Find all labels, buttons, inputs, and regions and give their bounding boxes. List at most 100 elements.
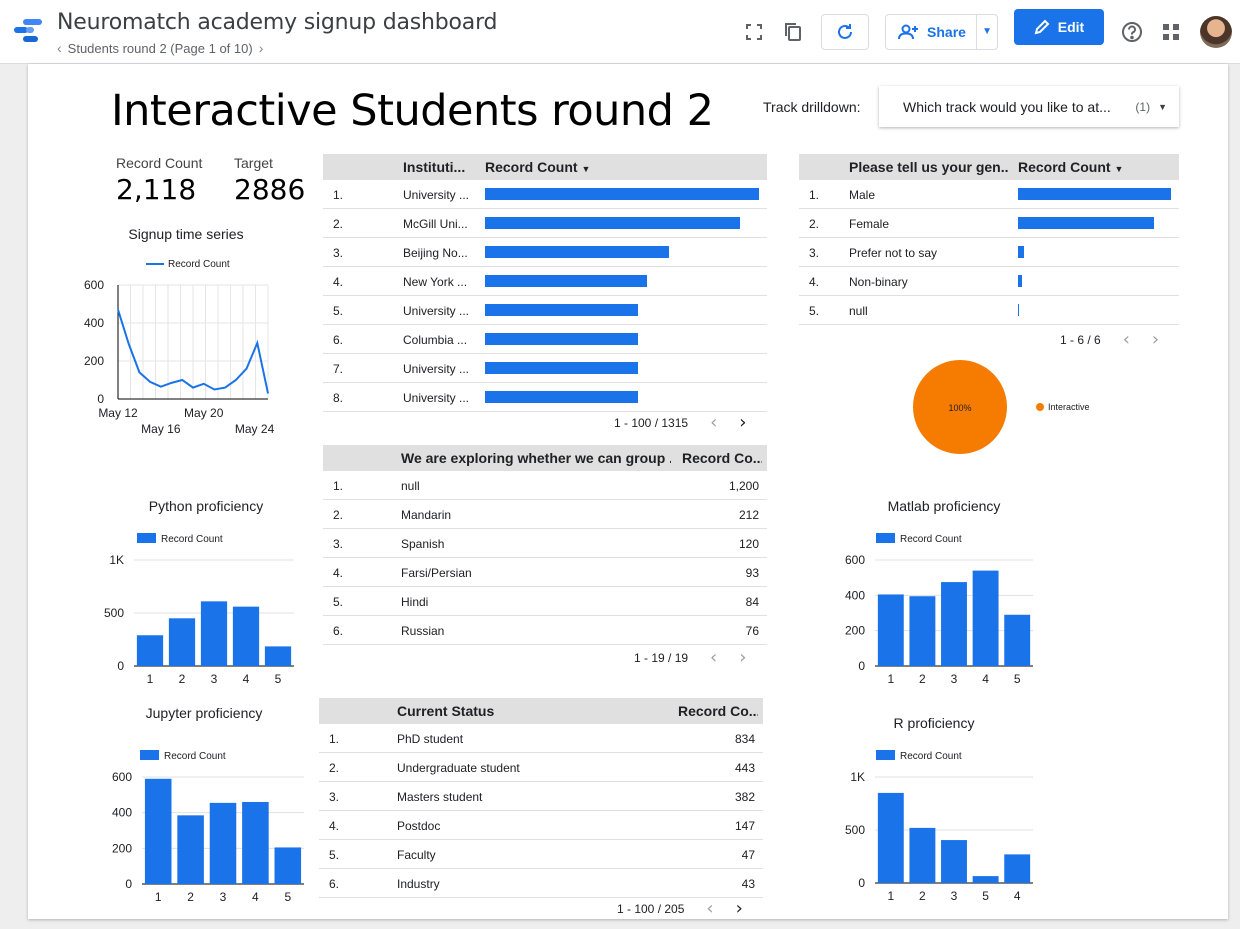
table-row[interactable]: 5. null <box>799 296 1179 325</box>
row-number: 3. <box>809 246 820 260</box>
column-header-institution[interactable]: Instituti... <box>403 159 471 175</box>
fullscreen-icon[interactable] <box>742 20 766 44</box>
column-header-record-count[interactable]: Record Co... <box>682 450 762 466</box>
track-drilldown-select[interactable]: Which track would you like to at... (1) … <box>879 86 1179 127</box>
bar[interactable] <box>972 570 999 666</box>
record-count-scorecard: Record Count 2,118 <box>116 155 202 206</box>
refresh-icon <box>838 24 852 39</box>
table-row[interactable]: 5. University ... <box>323 296 767 325</box>
bar[interactable] <box>177 815 204 884</box>
bar[interactable] <box>209 802 237 884</box>
bar[interactable] <box>1004 614 1031 666</box>
pager-prev-chevron-icon[interactable]: ‹ <box>710 647 717 668</box>
bar[interactable] <box>136 635 164 666</box>
table-row[interactable]: 2. Undergraduate student 443 <box>319 753 763 782</box>
row-number: 7. <box>333 362 344 376</box>
pager-prev-chevron-icon[interactable]: ‹ <box>1123 329 1130 350</box>
pager-next-chevron-icon[interactable]: › <box>1152 329 1159 350</box>
table-row[interactable]: 8. University ... <box>323 383 767 412</box>
institution-table-pager: 1 - 100 / 1315 ‹ › <box>614 412 746 433</box>
table-row[interactable]: 4. Postdoc 147 <box>319 811 763 840</box>
legend-swatch <box>876 750 895 760</box>
bar[interactable] <box>200 601 228 666</box>
table-row[interactable]: 5. Faculty 47 <box>319 840 763 869</box>
table-row[interactable]: 1. Male <box>799 180 1179 209</box>
bar[interactable] <box>144 778 172 884</box>
pager-next-chevron-icon[interactable]: › <box>739 647 746 668</box>
bar[interactable] <box>877 594 904 666</box>
gender-table-pager: 1 - 6 / 6 ‹ › <box>1060 329 1159 350</box>
bar[interactable] <box>941 582 967 666</box>
table-row[interactable]: 3. Spanish 120 <box>323 529 767 558</box>
table-row[interactable]: 3. Masters student 382 <box>319 782 763 811</box>
row-label: Masters student <box>397 790 483 804</box>
bar[interactable] <box>941 840 967 883</box>
column-header-record-count[interactable]: Record Count ▼ <box>485 159 590 175</box>
table-row[interactable]: 4. Non-binary <box>799 267 1179 296</box>
x-tick-label: 4 <box>252 890 259 904</box>
table-row[interactable]: 3. Prefer not to say <box>799 238 1179 267</box>
table-row[interactable]: 6. Russian 76 <box>323 616 767 645</box>
bar[interactable] <box>909 596 936 666</box>
next-page-chevron-icon[interactable]: › <box>259 40 264 56</box>
bar[interactable] <box>274 847 302 884</box>
table-row[interactable]: 7. University ... <box>323 354 767 383</box>
x-tick-label: May 24 <box>235 422 275 436</box>
pager-next-chevron-icon[interactable]: › <box>739 412 746 433</box>
top-bar: Neuromatch academy signup dashboard ‹ St… <box>0 0 1240 64</box>
page-navigator: ‹ Students round 2 (Page 1 of 10) › <box>57 40 263 56</box>
help-icon[interactable] <box>1120 20 1144 44</box>
legend-label: Record Count <box>161 534 223 545</box>
refresh-button[interactable] <box>821 14 869 50</box>
table-row[interactable]: 4. Farsi/Persian 93 <box>323 558 767 587</box>
pager-prev-chevron-icon[interactable]: ‹ <box>710 412 717 433</box>
pager-next-chevron-icon[interactable]: › <box>736 898 743 919</box>
table-row[interactable]: 2. McGill Uni... <box>323 209 767 238</box>
current-page-label[interactable]: Students round 2 (Page 1 of 10) <box>68 41 253 56</box>
table-row[interactable]: 6. Columbia ... <box>323 325 767 354</box>
pager-prev-chevron-icon[interactable]: ‹ <box>706 898 713 919</box>
bar[interactable] <box>232 606 260 666</box>
bar[interactable] <box>972 876 999 883</box>
bar[interactable] <box>877 792 904 883</box>
column-header-current-status[interactable]: Current Status <box>397 703 597 719</box>
bar[interactable] <box>242 801 269 884</box>
table-row[interactable]: 2. Mandarin 212 <box>323 500 767 529</box>
share-button[interactable]: Share ▼ <box>885 14 998 50</box>
user-avatar[interactable] <box>1200 16 1232 48</box>
column-header-record-count[interactable]: Record Co... <box>678 703 758 719</box>
bar[interactable] <box>909 827 936 883</box>
x-tick-label: 3 <box>220 890 227 904</box>
table-row[interactable]: 2. Female <box>799 209 1179 238</box>
table-row[interactable]: 1. PhD student 834 <box>319 724 763 753</box>
prev-page-chevron-icon[interactable]: ‹ <box>57 40 62 56</box>
table-row[interactable]: 4. New York ... <box>323 267 767 296</box>
scorecard-label: Record Count <box>116 155 203 171</box>
table-row[interactable]: 6. Industry 43 <box>319 869 763 898</box>
share-dropdown-caret-icon[interactable]: ▼ <box>982 26 992 37</box>
drilldown-count: (1) <box>1135 99 1151 114</box>
table-row[interactable]: 1. University ... <box>323 180 767 209</box>
row-number: 5. <box>809 304 820 318</box>
edit-button[interactable]: Edit <box>1014 9 1104 45</box>
column-header-language-group[interactable]: We are exploring whether we can group ..… <box>401 450 671 466</box>
bar[interactable] <box>1004 854 1031 883</box>
column-header-record-count[interactable]: Record Count ▼ <box>1018 159 1123 175</box>
bar[interactable] <box>168 618 196 666</box>
column-header-gender[interactable]: Please tell us your gen... <box>849 159 1009 175</box>
copy-report-icon[interactable] <box>781 20 805 44</box>
legend-swatch <box>137 533 156 543</box>
row-label: Spanish <box>401 537 445 551</box>
row-number: 8. <box>333 391 344 405</box>
y-tick-label: 0 <box>117 659 124 673</box>
table-row[interactable]: 3. Beijing No... <box>323 238 767 267</box>
data-point <box>235 379 237 381</box>
bar[interactable] <box>264 646 292 666</box>
legend-label: Record Count <box>168 259 230 270</box>
legend-label: Record Count <box>164 751 226 762</box>
row-value: 834 <box>734 732 755 746</box>
row-value: 47 <box>741 848 755 862</box>
table-row[interactable]: 1. null 1,200 <box>323 471 767 500</box>
apps-grid-icon[interactable] <box>1159 20 1183 44</box>
table-row[interactable]: 5. Hindi 84 <box>323 587 767 616</box>
